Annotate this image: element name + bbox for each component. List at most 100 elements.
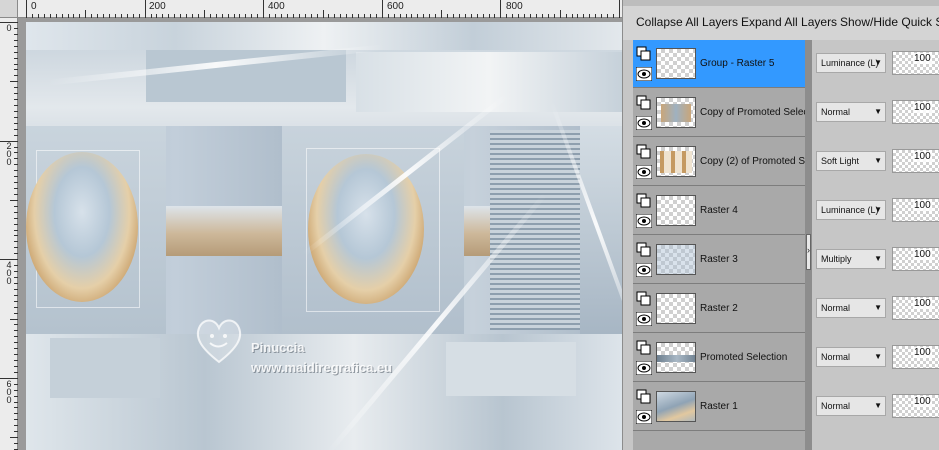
vruler-label-0: 0 (6, 23, 12, 33)
blend-row: Normal ▼ 100 (812, 334, 939, 382)
layer-row-copy-of-promoted-selection[interactable]: Copy of Promoted Selection (633, 89, 805, 137)
layer-name: Copy (2) of Promoted Selection (700, 156, 805, 167)
layer-name: Raster 1 (700, 401, 738, 412)
ruler-label-800: 800 (506, 1, 523, 12)
collapse-all-layers-button[interactable]: Collapse All Layers (636, 15, 738, 29)
expand-all-layers-button[interactable]: Expand All Layers (741, 15, 837, 29)
blend-mode-select[interactable]: Normal ▼ (816, 396, 886, 416)
blend-mode-select[interactable]: Luminance (L) ▼ (816, 53, 886, 73)
layer-thumbnail (656, 342, 696, 373)
vertical-ruler[interactable]: 0 2 0 0 4 0 0 6 0 0 (0, 18, 18, 450)
watermark-name: Pinuccia (251, 340, 305, 355)
eye-icon[interactable] (636, 312, 652, 326)
show-hide-quick-button[interactable]: Show/Hide Quick S (840, 15, 939, 29)
layer-row-raster-4[interactable]: Raster 4 (633, 187, 805, 235)
blend-mode-select[interactable]: Luminance (L) ▼ (816, 200, 886, 220)
blend-mode-select[interactable]: Soft Light ▼ (816, 151, 886, 171)
ruler-label-400: 400 (268, 1, 285, 12)
layer-row-raster-2[interactable]: Raster 2 (633, 285, 805, 333)
eye-icon[interactable] (636, 263, 652, 277)
vruler-label-600: 6 0 0 (6, 379, 12, 405)
chevron-down-icon: ▼ (874, 205, 882, 214)
thumbnail-preview (657, 392, 695, 421)
blend-row: Normal ▼ 100 (812, 89, 939, 137)
opacity-field[interactable]: 100 (892, 51, 939, 75)
image-top-band (26, 22, 622, 50)
layer-thumbnail (656, 97, 696, 128)
stack-icon[interactable] (636, 193, 652, 209)
canvas-area[interactable]: 0 200 400 600 800 0 2 0 0 4 0 0 6 0 0 Pi… (0, 0, 622, 450)
eye-icon[interactable] (636, 361, 652, 375)
eye-icon[interactable] (636, 165, 652, 179)
stack-icon[interactable] (636, 242, 652, 258)
thumbnail-preview (660, 151, 692, 173)
layer-row-raster-3[interactable]: Raster 3 (633, 236, 805, 284)
image-top-block-right (356, 52, 622, 112)
opacity-field[interactable]: 100 (892, 149, 939, 173)
blend-mode-select[interactable]: Multiply ▼ (816, 249, 886, 269)
layer-row-promoted-selection[interactable]: Promoted Selection (633, 334, 805, 382)
chevron-down-icon: ▼ (874, 254, 882, 263)
eye-icon[interactable] (636, 410, 652, 424)
layer-name: Promoted Selection (700, 352, 788, 363)
chevron-down-icon: ▼ (874, 401, 882, 410)
image-canvas[interactable]: Pinuccia www.maidiregrafica.eu (26, 22, 622, 450)
chevron-down-icon: ▼ (874, 58, 882, 67)
watermark: Pinuccia www.maidiregrafica.eu (191, 312, 392, 375)
stack-icon[interactable] (636, 340, 652, 356)
thumbnail-preview (657, 245, 695, 274)
ruler-label-0: 0 (31, 1, 37, 12)
image-bottom-block-right (446, 342, 576, 396)
chevron-down-icon: ▼ (874, 352, 882, 361)
layer-row-copy-2-of-promoted-selection[interactable]: Copy (2) of Promoted Selection (633, 138, 805, 186)
image-horizon-strip-left (166, 206, 282, 256)
image-bottom-block (50, 338, 160, 398)
layers-panel: Collapse All Layers Expand All Layers Sh… (622, 0, 939, 450)
blend-mode-select[interactable]: Normal ▼ (816, 298, 886, 318)
stack-icon[interactable] (636, 46, 652, 62)
layer-row-raster-1[interactable]: Raster 1 (633, 383, 805, 431)
ruler-label-600: 600 (387, 1, 404, 12)
chevron-down-icon: ▼ (874, 107, 882, 116)
panel-splitter[interactable]: › (805, 40, 812, 450)
thumbnail-preview (661, 104, 691, 122)
opacity-field[interactable]: 100 (892, 296, 939, 320)
layer-thumbnail (656, 48, 696, 79)
layer-name: Group - Raster 5 (700, 58, 775, 69)
horizontal-ruler[interactable]: 0 200 400 600 800 (0, 0, 622, 18)
layers-toolbar: Collapse All Layers Expand All Layers Sh… (623, 0, 939, 40)
eye-icon[interactable] (636, 67, 652, 81)
layer-row-group-raster-5[interactable]: Group - Raster 5 (633, 40, 805, 88)
stack-icon[interactable] (636, 95, 652, 111)
layer-thumbnail (656, 391, 696, 422)
blend-mode-select[interactable]: Normal ▼ (816, 102, 886, 122)
layer-thumbnail (656, 146, 696, 177)
layer-name: Copy of Promoted Selection (700, 107, 805, 118)
splitter-handle[interactable]: › (806, 234, 811, 270)
blend-mode-select[interactable]: Normal ▼ (816, 347, 886, 367)
layer-thumbnail (656, 195, 696, 226)
paintshop-window: 0 200 400 600 800 0 2 0 0 4 0 0 6 0 0 Pi… (0, 0, 939, 450)
panel-top-strip (623, 0, 939, 6)
chevron-down-icon: ▼ (874, 156, 882, 165)
opacity-field[interactable]: 100 (892, 345, 939, 369)
opacity-field[interactable]: 100 (892, 394, 939, 418)
stack-icon[interactable] (636, 144, 652, 160)
blend-row: Multiply ▼ 100 (812, 236, 939, 284)
opacity-field[interactable]: 100 (892, 100, 939, 124)
thumbnail-preview (657, 355, 695, 362)
blend-row: Normal ▼ 100 (812, 285, 939, 333)
blend-row: Luminance (L) ▼ 100 (812, 187, 939, 235)
eye-icon[interactable] (636, 214, 652, 228)
opacity-field[interactable]: 100 (892, 247, 939, 271)
eye-icon[interactable] (636, 116, 652, 130)
chevron-down-icon: ▼ (874, 303, 882, 312)
opacity-field[interactable]: 100 (892, 198, 939, 222)
layer-name: Raster 2 (700, 303, 738, 314)
layer-list[interactable]: Group - Raster 5 Copy of Promoted Select… (633, 40, 805, 450)
stack-icon[interactable] (636, 389, 652, 405)
stack-icon[interactable] (636, 291, 652, 307)
layer-thumbnail (656, 244, 696, 275)
image-right-panel (580, 126, 622, 334)
layer-thumbnail (656, 293, 696, 324)
